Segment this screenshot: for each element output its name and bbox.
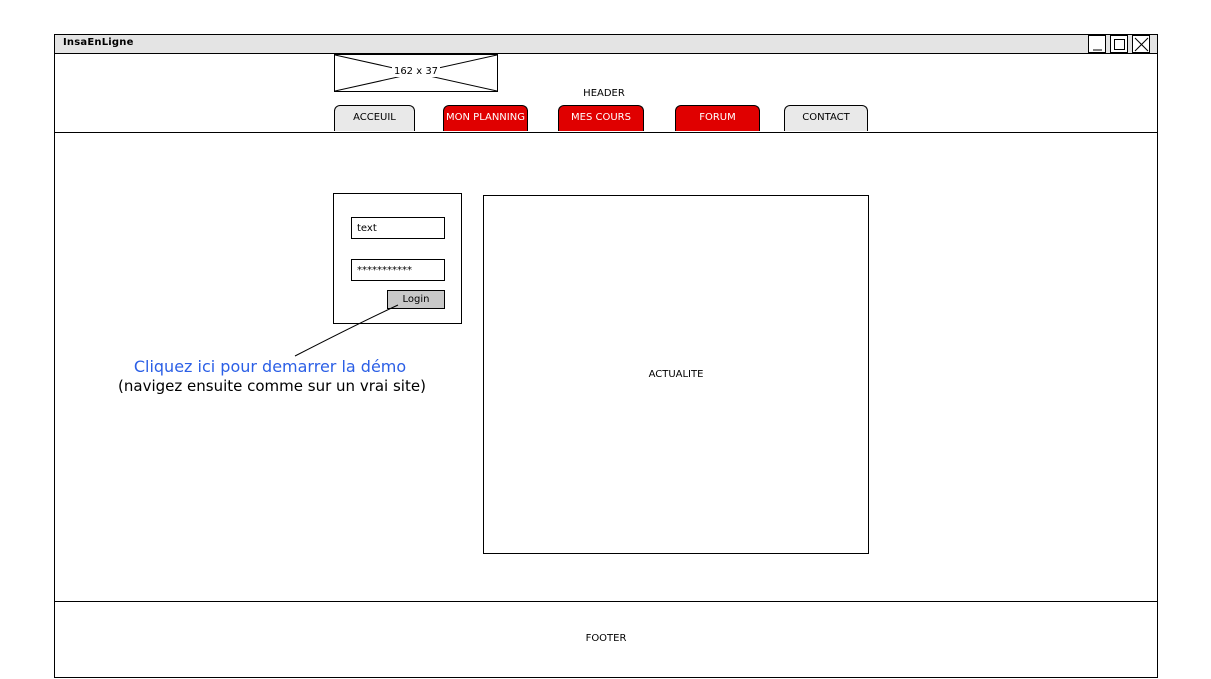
window-title: InsaEnLigne	[63, 37, 134, 48]
tab-acceuil[interactable]: ACCEUIL	[334, 105, 415, 131]
username-field[interactable]	[351, 217, 445, 239]
close-icon[interactable]	[1132, 35, 1150, 53]
minimize-icon[interactable]	[1088, 35, 1106, 53]
annotation-callout: Cliquez ici pour demarrer la démo	[133, 357, 407, 376]
logo-size-label: 162 x 37	[391, 66, 441, 77]
annotation-subtext: (navigez ensuite comme sur un vrai site)	[118, 377, 426, 395]
footer-label: FOOTER	[585, 633, 627, 644]
tab-contact[interactable]: CONTACT	[784, 105, 868, 131]
password-field[interactable]	[351, 259, 445, 281]
login-button[interactable]: Login	[387, 290, 445, 309]
title-bar	[54, 34, 1158, 54]
news-label: ACTUALITE	[648, 369, 704, 380]
logo-placeholder: 162 x 37	[334, 54, 498, 92]
tab-forum[interactable]: FORUM	[675, 105, 760, 131]
header-label: HEADER	[583, 88, 625, 99]
news-panel: ACTUALITE	[483, 195, 869, 554]
maximize-icon[interactable]	[1110, 35, 1128, 53]
tab-mes-cours[interactable]: MES COURS	[558, 105, 644, 131]
tab-mon-planning[interactable]: MON PLANNING	[443, 105, 528, 131]
